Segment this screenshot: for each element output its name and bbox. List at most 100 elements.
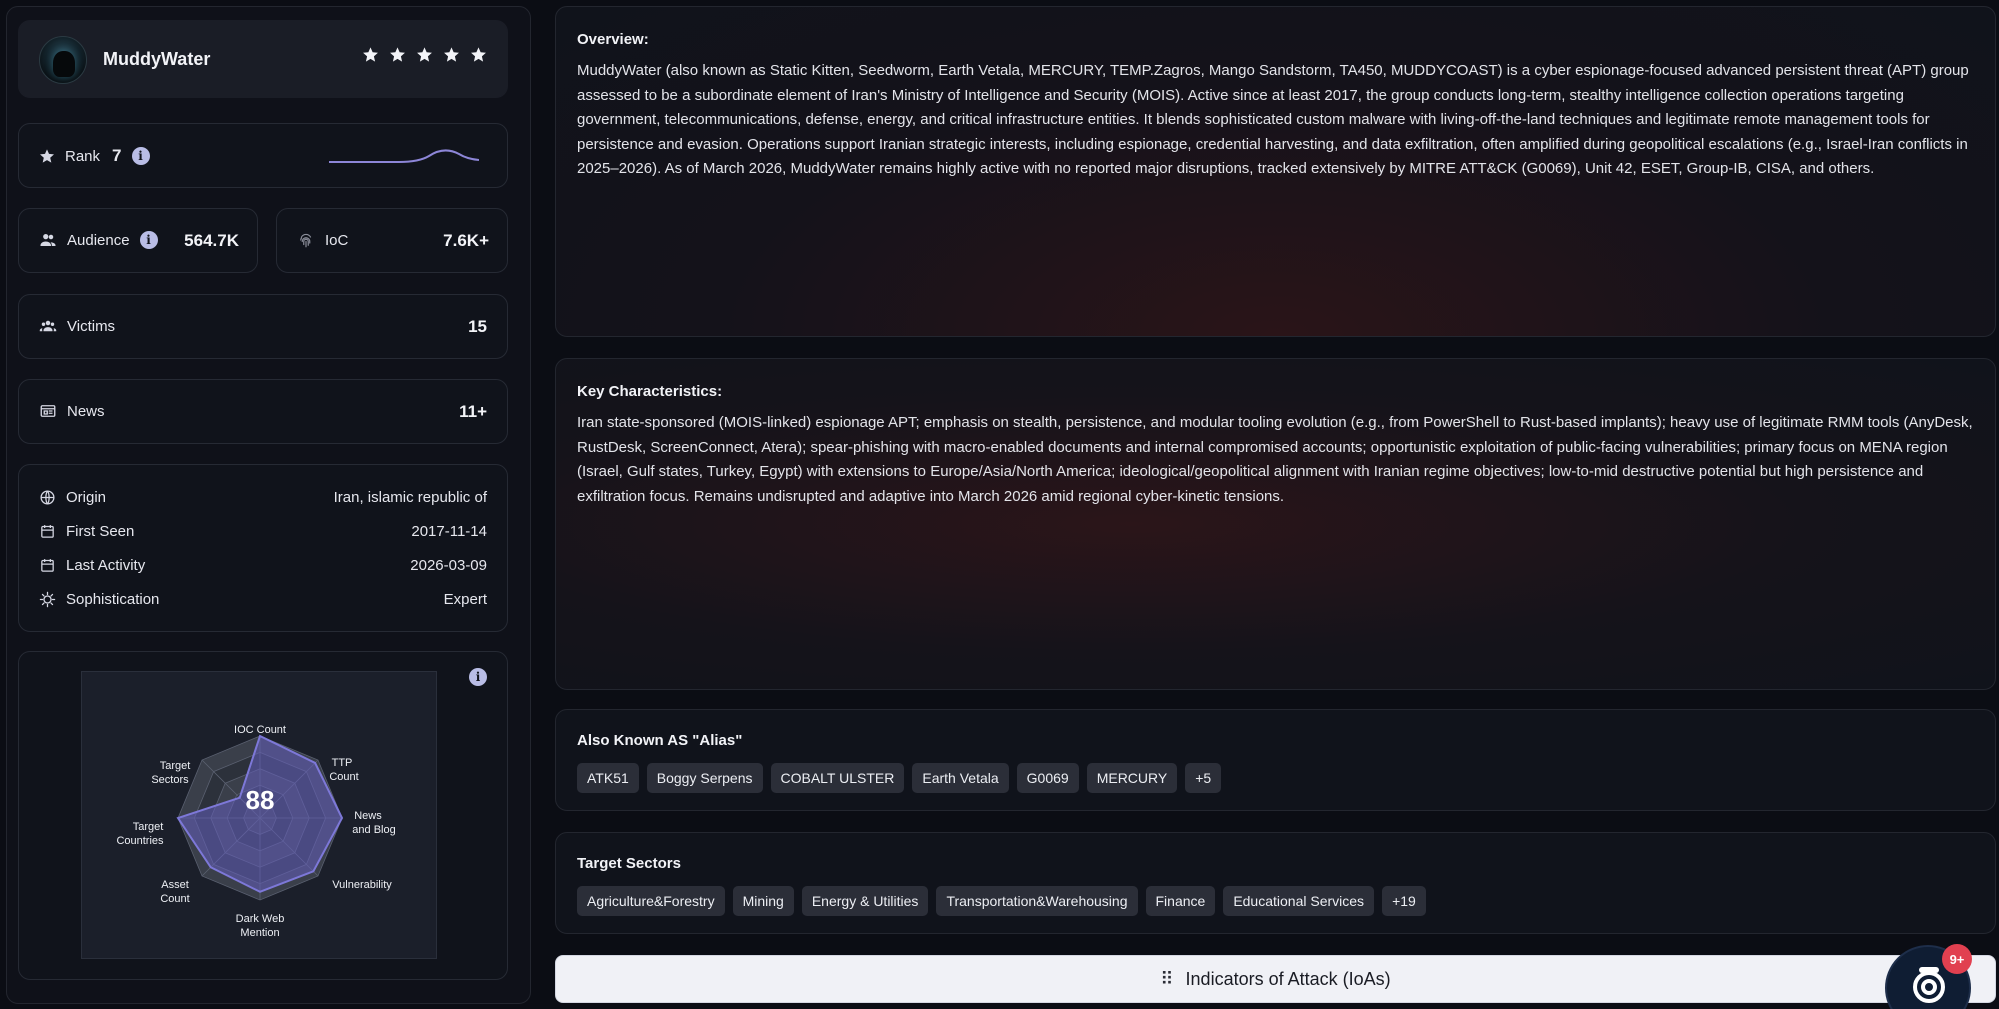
first-seen-row: First Seen 2017-11-14 bbox=[39, 521, 487, 541]
newspaper-icon bbox=[40, 405, 56, 417]
first-seen-value: 2017-11-14 bbox=[411, 522, 487, 540]
alias-more-tag[interactable]: +5 bbox=[1185, 763, 1222, 793]
sophistication-row: Sophistication Expert bbox=[39, 589, 487, 609]
rank-label: Rank bbox=[65, 147, 101, 165]
sector-tag[interactable]: Transportation&Warehousing bbox=[936, 886, 1138, 916]
radar-chart: 88 IOC Count TTP Count News and Blog Vul… bbox=[116, 724, 395, 939]
sector-tag[interactable]: Finance bbox=[1145, 886, 1216, 916]
star-icon bbox=[444, 47, 459, 62]
profile-name: MuddyWater bbox=[103, 49, 211, 69]
rank-card: Rank 7 i bbox=[18, 123, 508, 188]
axis-label-asset-1: Asset bbox=[161, 879, 189, 891]
axis-label-news-1: News bbox=[354, 810, 382, 822]
profile-card: MuddyWater bbox=[18, 20, 508, 98]
first-seen-label: First Seen bbox=[66, 522, 135, 540]
alias-tag[interactable]: Earth Vetala bbox=[912, 763, 1009, 793]
ioc-card: IoC 7.6K+ bbox=[276, 208, 508, 273]
last-activity-label: Last Activity bbox=[66, 556, 146, 574]
news-card[interactable]: News 11+ bbox=[18, 379, 508, 444]
rank-value: 7 bbox=[112, 146, 122, 165]
star-icon bbox=[471, 47, 486, 62]
overview-title: Overview: bbox=[577, 31, 649, 48]
sector-tag-list: Agriculture&Forestry Mining Energy & Uti… bbox=[577, 886, 1426, 916]
calendar-icon bbox=[41, 524, 54, 538]
info-icon[interactable]: i bbox=[469, 668, 487, 686]
rank-label-group: Rank 7 i bbox=[39, 146, 150, 166]
virus-icon bbox=[39, 591, 56, 607]
calendar-icon bbox=[41, 558, 54, 572]
indicators-of-attack-button[interactable]: ⠿ Indicators of Attack (IoAs) bbox=[555, 955, 1996, 1003]
axis-label-dark-web-2: Mention bbox=[240, 927, 279, 939]
last-activity-row: Last Activity 2026-03-09 bbox=[39, 555, 487, 575]
audience-card: Audience i 564.7K bbox=[18, 208, 258, 273]
origin-label: Origin bbox=[66, 488, 107, 506]
alias-card: Also Known AS "Alias" ATK51 Boggy Serpen… bbox=[555, 709, 1996, 811]
sector-more-tag[interactable]: +19 bbox=[1382, 886, 1426, 916]
victims-label: Victims bbox=[67, 317, 116, 335]
sector-tag[interactable]: Mining bbox=[732, 886, 794, 916]
assistant-logo-icon bbox=[1913, 967, 1945, 1003]
last-activity-value: 2026-03-09 bbox=[410, 556, 487, 574]
overview-text: MuddyWater (also known as Static Kitten,… bbox=[577, 62, 1969, 177]
fingerprint-icon bbox=[300, 233, 312, 248]
axis-label-sectors-2: Sectors bbox=[151, 774, 189, 786]
rank-trend-sparkline bbox=[329, 149, 479, 163]
victims-label-group: Victims bbox=[39, 317, 115, 335]
axis-label-sectors-1: Target bbox=[160, 760, 191, 772]
alias-tag[interactable]: Boggy Serpens bbox=[646, 763, 763, 793]
origin-value: Iran, islamic republic of bbox=[333, 488, 487, 506]
victims-value: 15 bbox=[468, 317, 487, 336]
ioc-label: IoC bbox=[325, 231, 349, 249]
axis-label-vulnerability: Vulnerability bbox=[332, 879, 392, 891]
radar-chart-container: 88 IOC Count TTP Count News and Blog Vul… bbox=[81, 671, 437, 959]
audience-value: 564.7K bbox=[184, 231, 239, 250]
axis-label-ttp-count-1: TTP bbox=[332, 757, 353, 769]
star-icon bbox=[363, 47, 378, 62]
notification-badge: 9+ bbox=[1942, 944, 1972, 974]
news-label-group: News bbox=[39, 402, 105, 420]
axis-label-dark-web-1: Dark Web bbox=[236, 913, 285, 925]
audience-label-group: Audience i bbox=[39, 231, 158, 249]
globe-icon bbox=[40, 489, 55, 505]
key-characteristics-text: Iran state-sponsored (MOIS-linked) espio… bbox=[577, 414, 1973, 505]
details-card: Origin Iran, islamic republic of First S… bbox=[18, 464, 508, 632]
star-icon bbox=[390, 47, 405, 62]
info-icon[interactable]: i bbox=[139, 231, 158, 249]
ioa-label: Indicators of Attack (IoAs) bbox=[1185, 968, 1391, 989]
key-characteristics-title: Key Characteristics: bbox=[577, 383, 723, 400]
ioc-label-group: IoC bbox=[297, 231, 348, 249]
user-group-icon bbox=[40, 234, 56, 246]
sector-tag[interactable]: Agriculture&Forestry bbox=[577, 886, 725, 916]
news-value: 11+ bbox=[459, 402, 487, 421]
axis-label-ioc-count: IOC Count bbox=[234, 724, 286, 736]
alias-tag[interactable]: ATK51 bbox=[577, 763, 639, 793]
ioc-value: 7.6K+ bbox=[443, 231, 489, 250]
radar-card: i 88 IOC Count TTP Count News and Blog V… bbox=[18, 651, 508, 980]
star-icon bbox=[40, 149, 54, 163]
axis-label-countries-2: Countries bbox=[116, 835, 164, 847]
target-sectors-title: Target Sectors bbox=[577, 855, 681, 872]
news-label: News bbox=[67, 402, 105, 420]
avatar bbox=[39, 36, 87, 84]
origin-row: Origin Iran, islamic republic of bbox=[39, 487, 487, 507]
sector-tag[interactable]: Educational Services bbox=[1223, 886, 1375, 916]
alias-tag[interactable]: MERCURY bbox=[1086, 763, 1178, 793]
people-icon bbox=[39, 320, 57, 332]
victims-card[interactable]: Victims 15 bbox=[18, 294, 508, 359]
axis-label-news-2: and Blog bbox=[352, 824, 395, 836]
star-icon bbox=[417, 47, 432, 62]
sector-tag[interactable]: Energy & Utilities bbox=[801, 886, 929, 916]
radar-score: 88 bbox=[246, 785, 275, 815]
sophistication-value: Expert bbox=[443, 590, 487, 608]
drag-handle-icon: ⠿ bbox=[1160, 968, 1173, 989]
info-icon[interactable]: i bbox=[131, 147, 150, 165]
axis-label-ttp-count-2: Count bbox=[329, 771, 358, 783]
axis-label-asset-2: Count bbox=[160, 893, 189, 905]
alias-title: Also Known AS "Alias" bbox=[577, 732, 743, 749]
alias-tag[interactable]: G0069 bbox=[1016, 763, 1079, 793]
alias-tag-list: ATK51 Boggy Serpens COBALT ULSTER Earth … bbox=[577, 763, 1222, 793]
audience-label: Audience bbox=[67, 231, 130, 249]
alias-tag[interactable]: COBALT ULSTER bbox=[770, 763, 905, 793]
axis-label-countries-1: Target bbox=[133, 821, 164, 833]
overview-card: Overview: MuddyWater (also known as Stat… bbox=[555, 6, 1996, 337]
